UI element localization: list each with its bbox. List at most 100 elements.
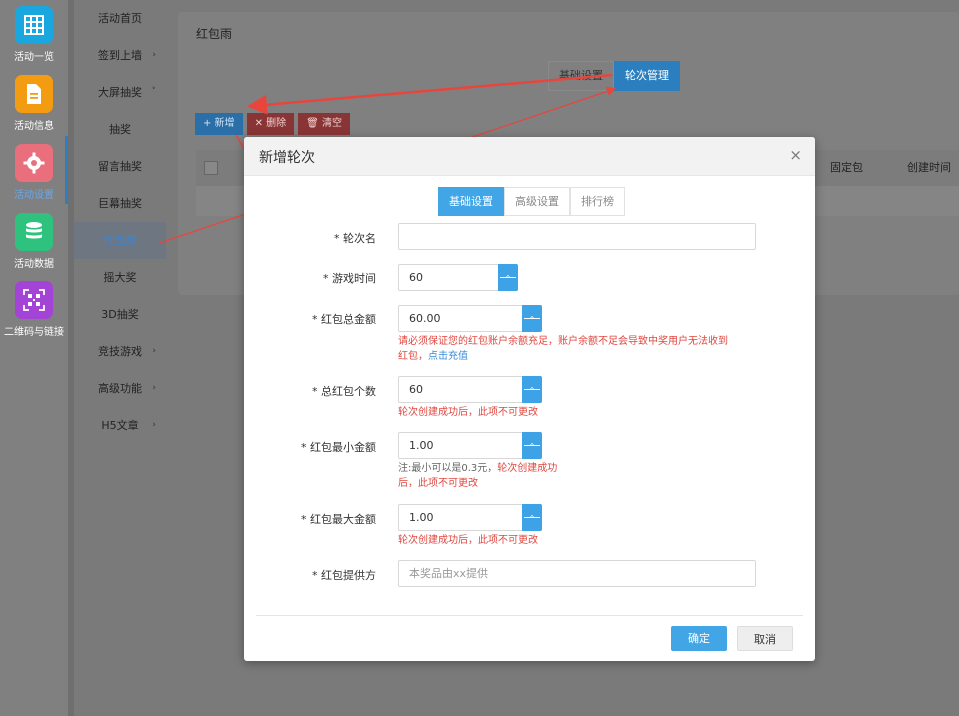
submenu-item-label: 竞技游戏 xyxy=(98,345,142,358)
submenu-item-label: 留言抽奖 xyxy=(98,160,142,173)
chevron-down-icon[interactable]: ⌄ xyxy=(498,278,518,303)
total-amount-label: * 红包总金额 xyxy=(312,313,376,326)
submenu-item-label: 3D抽奖 xyxy=(101,308,139,321)
submenu-item-activity-home[interactable]: 活动首页 xyxy=(74,0,166,37)
rail-item-activity-settings[interactable]: 活动设置 xyxy=(0,144,68,201)
submenu-item-giant-lottery[interactable]: 巨幕抽奖 xyxy=(74,185,166,222)
rail-label: 活动一览 xyxy=(14,52,54,63)
rail-item-activity-info[interactable]: 活动信息 xyxy=(0,75,68,132)
select-all-checkbox[interactable] xyxy=(204,161,218,175)
clear-button[interactable]: 🗑 清空 xyxy=(298,113,350,135)
rail-label: 活动信息 xyxy=(14,121,54,132)
min-amount-label: * 红包最小金额 xyxy=(301,441,376,454)
submenu-item-checkin-wall[interactable]: 签到上墙 › xyxy=(74,37,166,74)
submenu-item-message-lottery[interactable]: 留言抽奖 xyxy=(74,148,166,185)
column-header-created-time: 创建时间 xyxy=(907,161,951,174)
rail-item-activity-list[interactable]: 活动一览 xyxy=(0,6,68,63)
rail-label: 二维码与链接 xyxy=(4,327,64,338)
submenu-item-label: 巨幕抽奖 xyxy=(98,197,142,210)
packet-count-stepper[interactable]: ⌃ ⌄ xyxy=(522,376,542,407)
game-time-value: 60 xyxy=(409,271,423,284)
page-tabs: 基础设置 轮次管理 xyxy=(548,61,680,91)
submenu: 活动首页 签到上墙 › 大屏抽奖 ˅ 抽奖 留言抽奖 巨幕抽奖 红包雨 摇大奖 3D… xyxy=(74,0,166,716)
tab-basic-settings[interactable]: 基础设置 xyxy=(548,61,614,91)
game-time-label: * 游戏时间 xyxy=(323,272,376,285)
game-time-stepper[interactable]: ⌃ ⌄ xyxy=(498,264,518,295)
submenu-item-label: 抽奖 xyxy=(109,123,131,136)
packet-count-value: 60 xyxy=(409,383,423,396)
add-button[interactable]: + 新增 xyxy=(195,113,243,135)
chevron-right-icon: › xyxy=(152,50,156,60)
document-icon xyxy=(15,75,53,113)
total-amount-value: 60.00 xyxy=(409,312,441,325)
submenu-item-label: 活动首页 xyxy=(98,12,142,25)
hint-text: 后，此项不可更改 xyxy=(398,478,478,489)
total-amount-stepper[interactable]: ⌃ ⌄ xyxy=(522,305,542,336)
confirm-button[interactable]: 确定 xyxy=(671,626,727,651)
rail-label: 活动设置 xyxy=(14,190,54,201)
min-amount-input[interactable]: 1.00 ⌃ ⌄ xyxy=(398,432,542,463)
submenu-item-shake-prize[interactable]: 摇大奖 xyxy=(74,259,166,296)
toolbar: + 新增 ✕ 删除 🗑 清空 xyxy=(195,113,350,135)
cancel-button[interactable]: 取消 xyxy=(737,626,793,651)
database-icon xyxy=(15,213,53,251)
chevron-right-icon: › xyxy=(152,346,156,356)
chevron-right-icon: › xyxy=(152,383,156,393)
breadcrumb: 红包雨 xyxy=(196,27,233,41)
dialog-tabs: 基础设置 高级设置 排行榜 xyxy=(438,187,625,216)
submenu-item-advanced-features[interactable]: 高级功能 › xyxy=(74,370,166,407)
submenu-item-label: H5文章 xyxy=(101,419,139,432)
max-amount-hint: 轮次创建成功后，此项不可更改 xyxy=(398,535,538,546)
close-icon[interactable]: × xyxy=(789,146,802,164)
submenu-item-label: 大屏抽奖 xyxy=(98,86,142,99)
hint-text: 请必须保证您的红包账户余额充足，账户余额不足会导致中奖用户无法收到 xyxy=(398,336,728,347)
recharge-link[interactable]: 点击充值 xyxy=(428,351,468,362)
tab-leaderboard[interactable]: 排行榜 xyxy=(570,187,625,216)
total-amount-input[interactable]: 60.00 ⌃ ⌄ xyxy=(398,305,542,336)
hint-text: 注:最小可以是0.3元， xyxy=(398,463,498,474)
max-amount-label: * 红包最大金额 xyxy=(301,513,376,526)
rail-item-qrcode-links[interactable]: 二维码与链接 xyxy=(0,281,68,338)
packet-count-input[interactable]: 60 ⌃ ⌄ xyxy=(398,376,542,407)
column-header-fixed-packet: 固定包 xyxy=(830,161,863,174)
tab-basic-settings[interactable]: 基础设置 xyxy=(438,187,504,216)
submenu-item-lottery[interactable]: 抽奖 xyxy=(74,111,166,148)
round-name-label: * 轮次名 xyxy=(334,232,376,245)
min-amount-stepper[interactable]: ⌃ ⌄ xyxy=(522,432,542,463)
submenu-item-label: 高级功能 xyxy=(98,382,142,395)
submenu-item-competitive-games[interactable]: 竞技游戏 › xyxy=(74,333,166,370)
min-amount-hint: 注:最小可以是0.3元，轮次创建成功 后，此项不可更改 xyxy=(398,461,557,491)
submenu-item-screen-lottery[interactable]: 大屏抽奖 ˅ xyxy=(74,74,166,111)
tab-advanced-settings[interactable]: 高级设置 xyxy=(504,187,570,216)
grid-icon xyxy=(15,6,53,44)
hint-text: 轮次创建成功 xyxy=(497,463,558,474)
submenu-item-label: 摇大奖 xyxy=(103,271,137,284)
min-amount-value: 1.00 xyxy=(409,439,434,452)
gear-icon xyxy=(15,144,53,182)
max-amount-stepper[interactable]: ⌃ ⌄ xyxy=(522,504,542,535)
chevron-down-icon: ˅ xyxy=(151,87,157,97)
submenu-item-h5-article[interactable]: H5文章 › xyxy=(74,407,166,444)
submenu-item-3d-lottery[interactable]: 3D抽奖 xyxy=(74,296,166,333)
round-name-input[interactable] xyxy=(398,223,756,250)
rail-item-activity-data[interactable]: 活动数据 xyxy=(0,213,68,270)
rail-label: 活动数据 xyxy=(14,259,54,270)
chevron-right-icon: › xyxy=(152,420,156,430)
dialog-title: 新增轮次 xyxy=(259,150,315,166)
max-amount-input[interactable]: 1.00 ⌃ ⌄ xyxy=(398,504,542,535)
total-amount-hint: 请必须保证您的红包账户余额充足，账户余额不足会导致中奖用户无法收到 红包，点击充… xyxy=(398,334,728,364)
max-amount-value: 1.00 xyxy=(409,511,434,524)
dialog-footer-divider xyxy=(256,615,803,616)
submenu-item-label: 签到上墙 xyxy=(98,49,142,62)
provider-input[interactable]: 本奖品由xx提供 xyxy=(398,560,756,587)
submenu-item-red-packet-rain[interactable]: 红包雨 xyxy=(74,222,166,259)
game-time-input[interactable]: 60 ⌃ ⌄ xyxy=(398,264,518,295)
packet-count-hint: 轮次创建成功后，此项不可更改 xyxy=(398,407,538,418)
provider-label: * 红包提供方 xyxy=(312,569,376,582)
packet-count-label: * 总红包个数 xyxy=(312,385,376,398)
tab-round-management[interactable]: 轮次管理 xyxy=(614,61,680,91)
dialog-header: 新增轮次 × xyxy=(244,137,815,176)
hint-text: 红包， xyxy=(398,351,428,362)
submenu-item-label: 红包雨 xyxy=(103,234,137,247)
delete-button[interactable]: ✕ 删除 xyxy=(246,113,295,135)
